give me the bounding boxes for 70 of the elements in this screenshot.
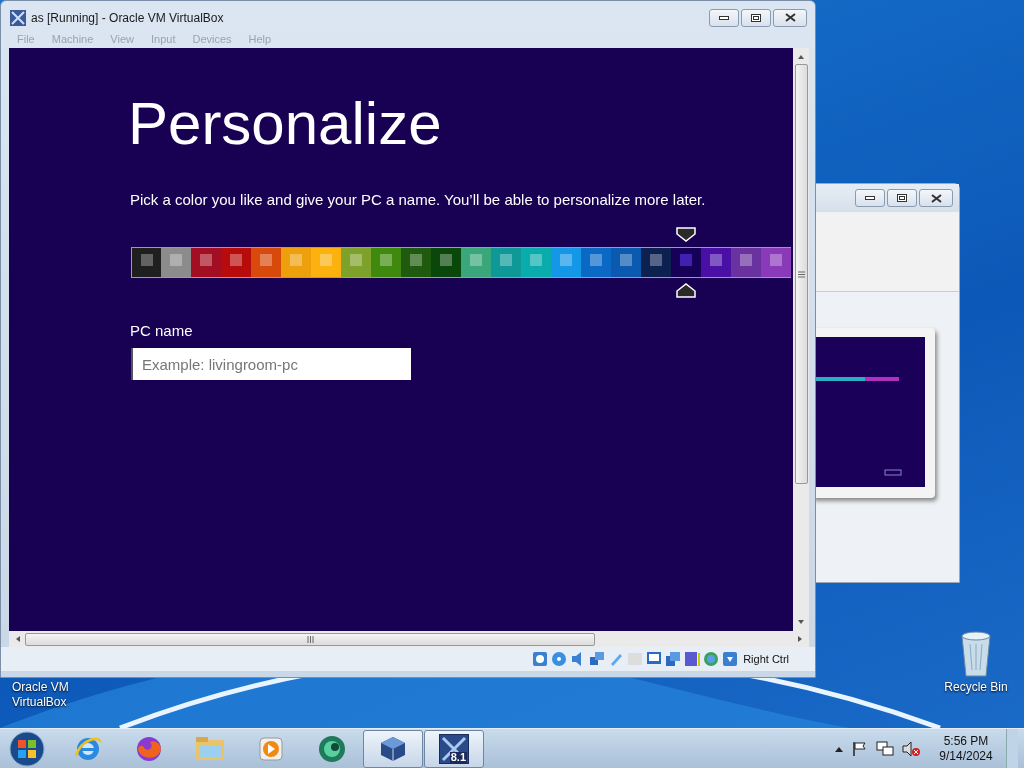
color-swatch[interactable] <box>251 247 281 278</box>
clock-date[interactable]: 9/14/2024 <box>939 748 993 764</box>
color-swatch[interactable] <box>371 247 401 278</box>
vertical-scrollbar[interactable] <box>793 48 809 631</box>
start-orb-icon <box>9 730 45 767</box>
color-swatch[interactable] <box>701 247 731 278</box>
horizontal-scrollbar[interactable] <box>9 631 809 647</box>
network-icon[interactable] <box>589 651 606 667</box>
taskbar-button[interactable] <box>363 729 423 768</box>
color-swatch[interactable] <box>341 247 371 278</box>
desktop-icon-label[interactable]: VirtualBox <box>4 695 84 710</box>
maximize-button[interactable] <box>887 189 917 207</box>
host-key-label: Right Ctrl <box>743 651 789 667</box>
globe-icon[interactable] <box>703 651 720 667</box>
clock-time[interactable]: 5:56 PM <box>943 733 989 749</box>
close-icon <box>930 193 942 203</box>
color-swatch[interactable] <box>731 247 761 278</box>
color-swatch[interactable] <box>671 247 701 278</box>
desktop-icon-label[interactable]: Recycle Bin <box>944 680 1008 695</box>
close-button[interactable] <box>773 8 807 27</box>
capture-icon[interactable] <box>665 651 682 667</box>
instructions-text: Pick a color you like and give your PC a name. You’ll be able to personalize more later. <box>130 191 707 209</box>
minimize-button[interactable] <box>855 189 885 207</box>
show-desktop-button[interactable] <box>1006 728 1018 768</box>
maximize-icon <box>751 13 761 22</box>
color-swatch[interactable] <box>761 247 791 278</box>
color-swatch[interactable] <box>431 247 461 278</box>
minimize-button[interactable] <box>709 8 739 27</box>
color-swatch[interactable] <box>281 247 311 278</box>
minimize-icon <box>865 196 875 200</box>
usb-icon[interactable] <box>608 651 625 667</box>
network-icon[interactable] <box>876 740 894 757</box>
desktop-icon-label[interactable]: Oracle VM <box>4 680 84 695</box>
maximize-button[interactable] <box>741 8 771 27</box>
field-label: PC name <box>130 322 194 340</box>
close-button[interactable] <box>919 189 953 207</box>
version-badge: 8.1 <box>449 751 467 763</box>
speaker-muted-icon[interactable] <box>902 740 920 757</box>
grip-icon <box>797 270 805 278</box>
color-swatch[interactable] <box>191 247 221 278</box>
eye-orb-icon <box>316 733 348 764</box>
color-swatch[interactable] <box>461 247 491 278</box>
color-swatch[interactable] <box>641 247 671 278</box>
color-swatch[interactable] <box>521 247 551 278</box>
maximize-icon <box>897 194 907 202</box>
window-title: as [Running] - Oracle VM VirtualBox <box>31 9 224 27</box>
color-swatch[interactable] <box>551 247 581 278</box>
scrollbar-thumb[interactable] <box>25 632 595 646</box>
display-icon[interactable] <box>646 651 663 667</box>
flag-icon[interactable] <box>852 740 868 757</box>
color-swatch[interactable] <box>491 247 521 278</box>
close-icon <box>784 13 796 22</box>
color-swatch[interactable] <box>311 247 341 278</box>
taskbar-button[interactable]: 8.1 <box>424 729 484 768</box>
scrollbar-thumb[interactable] <box>794 64 808 484</box>
page-heading: Personalize <box>128 90 443 158</box>
color-swatch[interactable] <box>221 247 251 278</box>
pc-name-field[interactable]: Example: livingroom-pc <box>131 348 411 380</box>
grip-icon <box>306 635 314 643</box>
color-swatch[interactable] <box>581 247 611 278</box>
virtualbox-logo-icon <box>10 9 26 26</box>
minimize-icon <box>719 15 729 20</box>
arrow-down-icon[interactable] <box>722 651 739 667</box>
selection-arrow-icon <box>676 283 696 298</box>
optical-disc-icon[interactable] <box>551 651 568 667</box>
color-swatch[interactable] <box>401 247 431 278</box>
color-swatch[interactable] <box>131 247 161 278</box>
selection-arrow-icon <box>676 227 696 242</box>
color-swatch[interactable] <box>161 247 191 278</box>
color-swatch[interactable] <box>611 247 641 278</box>
